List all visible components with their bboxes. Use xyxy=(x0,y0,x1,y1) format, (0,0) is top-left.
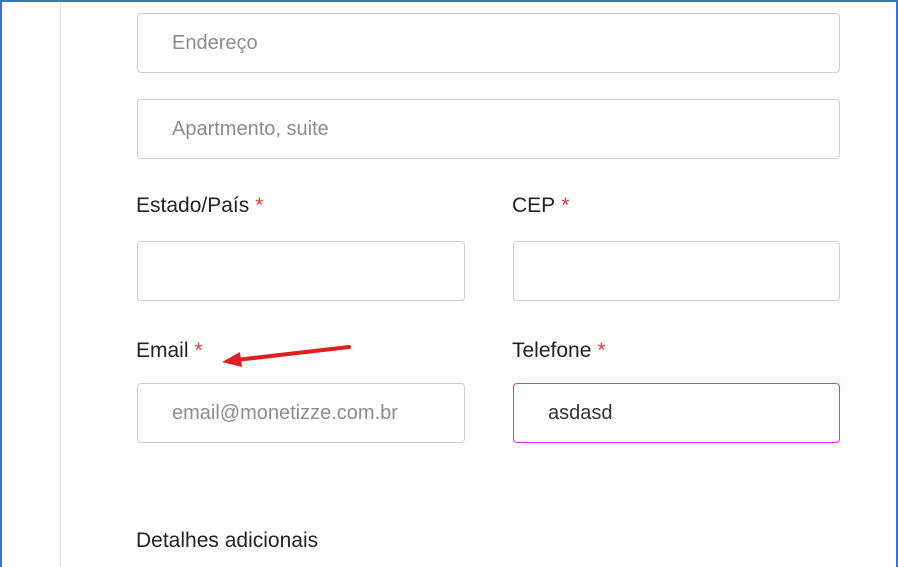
phone-input[interactable] xyxy=(513,383,840,443)
panel-divider xyxy=(60,2,61,567)
annotation-arrow-head xyxy=(222,352,242,367)
address-input[interactable] xyxy=(137,13,840,73)
required-asterisk: * xyxy=(255,194,264,217)
email-label: Email * xyxy=(136,339,203,363)
cep-label-text: CEP xyxy=(512,194,556,217)
state-label: Estado/País * xyxy=(136,194,263,218)
window-frame-top xyxy=(0,0,898,2)
annotation-arrow-shaft xyxy=(234,345,351,362)
apartment-input[interactable] xyxy=(137,99,840,159)
annotation-arrow-icon xyxy=(222,345,351,367)
cep-label: CEP * xyxy=(512,194,569,218)
window-frame-left xyxy=(0,0,2,567)
phone-label: Telefone * xyxy=(512,339,606,363)
state-label-text: Estado/País xyxy=(136,194,250,217)
email-input[interactable] xyxy=(137,383,465,443)
required-asterisk: * xyxy=(561,194,570,217)
required-asterisk: * xyxy=(194,339,203,362)
cep-input[interactable] xyxy=(513,241,840,301)
email-label-text: Email xyxy=(136,339,189,362)
state-input[interactable] xyxy=(137,241,465,301)
additional-details-label: Detalhes adicionais xyxy=(136,529,319,552)
phone-label-text: Telefone xyxy=(512,339,592,362)
required-asterisk: * xyxy=(597,339,606,362)
